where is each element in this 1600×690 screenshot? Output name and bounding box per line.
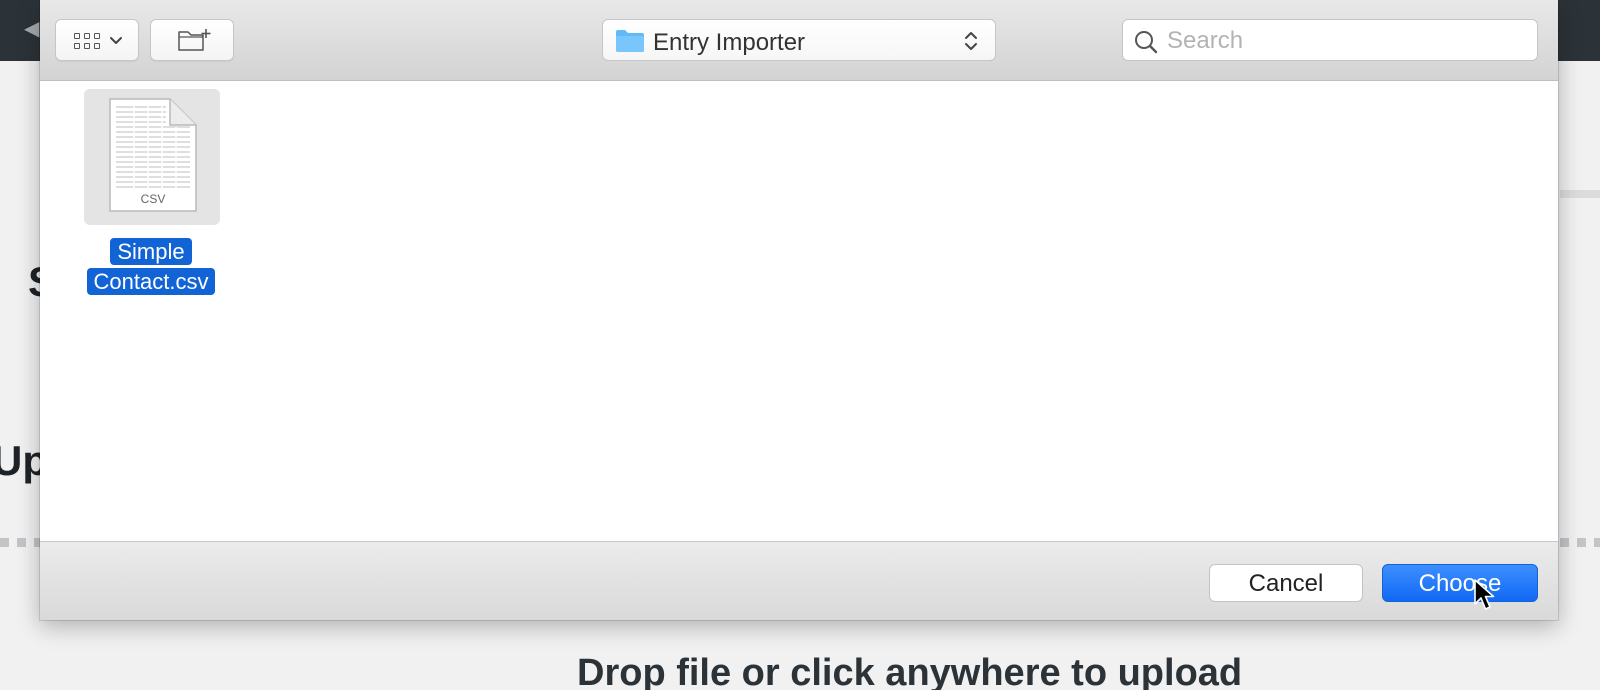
location-popup[interactable]: Entry Importer [602, 19, 996, 61]
background-divider [1560, 190, 1600, 198]
choose-button[interactable]: Choose [1382, 564, 1538, 602]
dropzone-border-left [0, 538, 40, 547]
dropzone-border-right [1560, 538, 1600, 547]
file-type-label: CSV [141, 192, 166, 206]
dialog-toolbar: Entry Importer [40, 0, 1558, 81]
mouse-pointer-icon [1474, 579, 1495, 610]
file-chooser-dialog: Entry Importer Search CSV Simple Contact… [40, 0, 1558, 620]
admin-bar-icon[interactable]: ◀ [24, 18, 40, 40]
file-name-line-2: Contact.csv [86, 268, 216, 295]
file-name-line-1: Simple [110, 238, 192, 265]
search-input[interactable] [1165, 24, 1529, 58]
view-options-button[interactable] [55, 19, 139, 61]
file-browser-area[interactable]: CSV Simple Contact.csv [40, 81, 1558, 541]
folder-plus-icon [178, 29, 211, 51]
folder-icon [616, 30, 644, 52]
file-name-label[interactable]: Simple Contact.csv [80, 237, 222, 297]
search-field[interactable] [1122, 19, 1538, 61]
updown-chevron-icon [965, 32, 977, 50]
csv-document-icon: CSV [109, 98, 197, 212]
file-thumbnail[interactable]: CSV [84, 89, 220, 225]
new-folder-button[interactable] [150, 19, 234, 61]
dropzone-label[interactable]: Drop file or click anywhere to upload [577, 652, 1242, 690]
location-label: Entry Importer [653, 29, 806, 56]
chevron-down-icon [110, 37, 122, 44]
search-icon [1135, 31, 1158, 54]
dialog-button-bar: Cancel Choose [40, 541, 1558, 620]
cancel-button[interactable]: Cancel [1209, 564, 1363, 602]
icon-view-grid-icon [74, 33, 100, 49]
